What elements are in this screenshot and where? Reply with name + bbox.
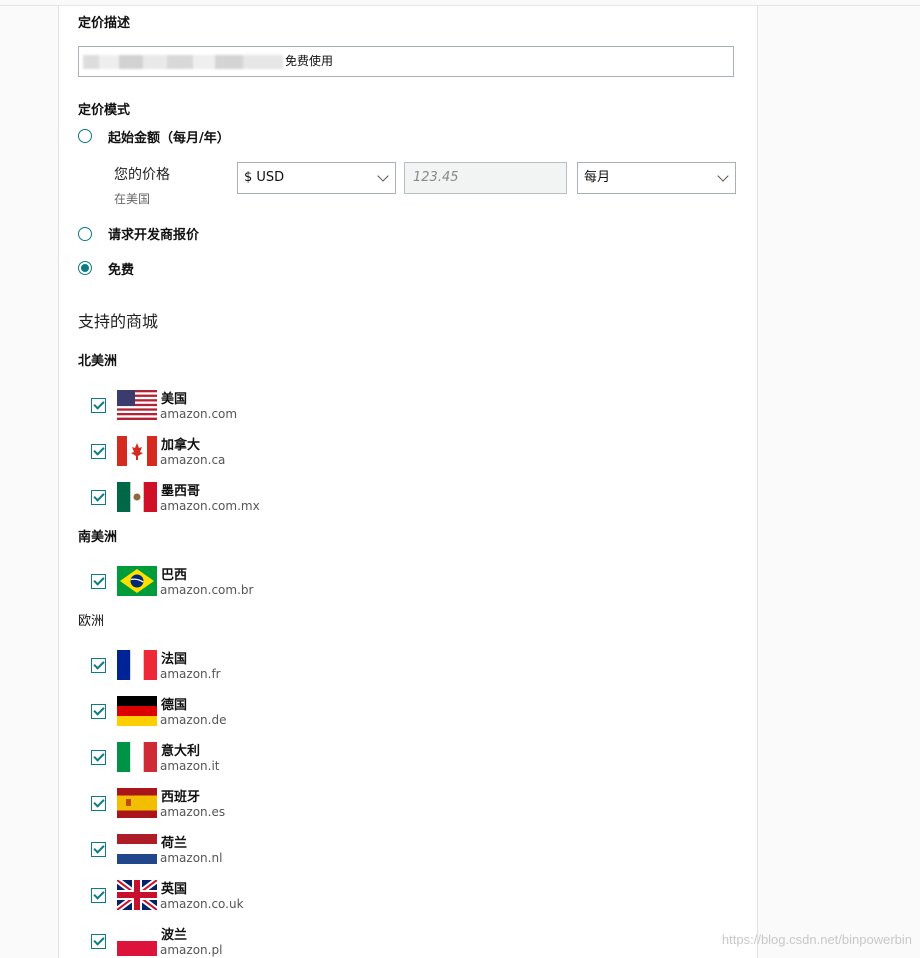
fr-flag-icon xyxy=(117,650,157,680)
ca-flag-icon xyxy=(117,436,157,466)
es-flag-icon xyxy=(117,788,157,818)
domain-fr: amazon.fr xyxy=(160,667,221,681)
checkbox-uk[interactable] xyxy=(91,888,106,903)
checkbox-es[interactable] xyxy=(91,796,106,811)
mx-flag-icon xyxy=(117,482,157,512)
domain-uk: amazon.co.uk xyxy=(160,897,244,911)
country-name-nl: 荷兰 xyxy=(161,836,188,851)
checkbox-nl[interactable] xyxy=(91,842,106,857)
currency-value: $ USD xyxy=(244,170,285,185)
pricing-description-label: 定价描述 xyxy=(78,16,131,31)
region-north-america: 北美洲 xyxy=(78,354,118,369)
country-name-pl: 波兰 xyxy=(161,928,188,943)
watermark: https://blog.csdn.net/binpowerbin xyxy=(721,932,912,947)
country-name-de: 德国 xyxy=(161,698,188,713)
domain-de: amazon.de xyxy=(160,713,227,727)
price-amount-placeholder: 123.45 xyxy=(413,170,459,185)
radio-free[interactable] xyxy=(78,261,92,275)
chevron-down-icon xyxy=(717,170,729,182)
domain-us: amazon.com xyxy=(160,407,238,421)
radio-free-label: 免费 xyxy=(108,263,135,278)
price-amount-input[interactable]: 123.45 xyxy=(404,162,567,194)
radio-starting-amount-label: 起始金额（每月/年） xyxy=(108,131,230,146)
checkbox-ca[interactable] xyxy=(91,444,106,459)
checkbox-de[interactable] xyxy=(91,704,106,719)
chevron-down-icon xyxy=(377,170,389,182)
period-select[interactable]: 每月 xyxy=(577,162,736,194)
region-south-america: 南美洲 xyxy=(78,530,118,545)
country-name-fr: 法国 xyxy=(161,652,188,667)
currency-select[interactable]: $ USD xyxy=(237,162,396,194)
country-name-it: 意大利 xyxy=(161,744,201,759)
it-flag-icon xyxy=(117,742,157,772)
country-name-uk: 英国 xyxy=(161,882,188,897)
country-name-us: 美国 xyxy=(161,392,188,407)
radio-request-quote[interactable] xyxy=(78,227,92,241)
period-value: 每月 xyxy=(584,170,611,185)
pricing-description-input[interactable]: 免费使用 xyxy=(78,46,734,77)
pl-flag-icon xyxy=(117,926,157,956)
pricing-description-value: 免费使用 xyxy=(285,54,334,68)
domain-nl: amazon.nl xyxy=(160,851,223,865)
checkbox-br[interactable] xyxy=(91,574,106,589)
marketplaces-title: 支持的商城 xyxy=(78,312,159,331)
checkbox-pl[interactable] xyxy=(91,934,106,949)
domain-ca: amazon.ca xyxy=(160,453,226,467)
domain-it: amazon.it xyxy=(160,759,220,773)
nl-flag-icon xyxy=(117,834,157,864)
br-flag-icon xyxy=(117,566,157,596)
country-name-br: 巴西 xyxy=(161,568,188,583)
country-name-ca: 加拿大 xyxy=(161,438,201,453)
country-name-es: 西班牙 xyxy=(161,790,201,805)
checkbox-mx[interactable] xyxy=(91,490,106,505)
region-europe: 欧洲 xyxy=(78,614,105,629)
domain-es: amazon.es xyxy=(160,805,226,819)
radio-starting-amount[interactable] xyxy=(78,129,92,143)
your-price-label: 您的价格 xyxy=(114,167,170,183)
de-flag-icon xyxy=(117,696,157,726)
us-flag-icon xyxy=(117,390,157,420)
redacted-text xyxy=(83,54,283,69)
domain-mx: amazon.com.mx xyxy=(160,499,260,513)
domain-br: amazon.com.br xyxy=(160,583,254,597)
pricing-mode-label: 定价模式 xyxy=(78,103,131,118)
country-name-mx: 墨西哥 xyxy=(161,484,201,499)
radio-request-quote-label: 请求开发商报价 xyxy=(108,228,200,243)
your-price-sublabel: 在美国 xyxy=(114,192,151,206)
checkbox-us[interactable] xyxy=(91,398,106,413)
checkbox-fr[interactable] xyxy=(91,658,106,673)
uk-flag-icon xyxy=(117,880,157,910)
checkbox-it[interactable] xyxy=(91,750,106,765)
domain-pl: amazon.pl xyxy=(160,943,223,957)
